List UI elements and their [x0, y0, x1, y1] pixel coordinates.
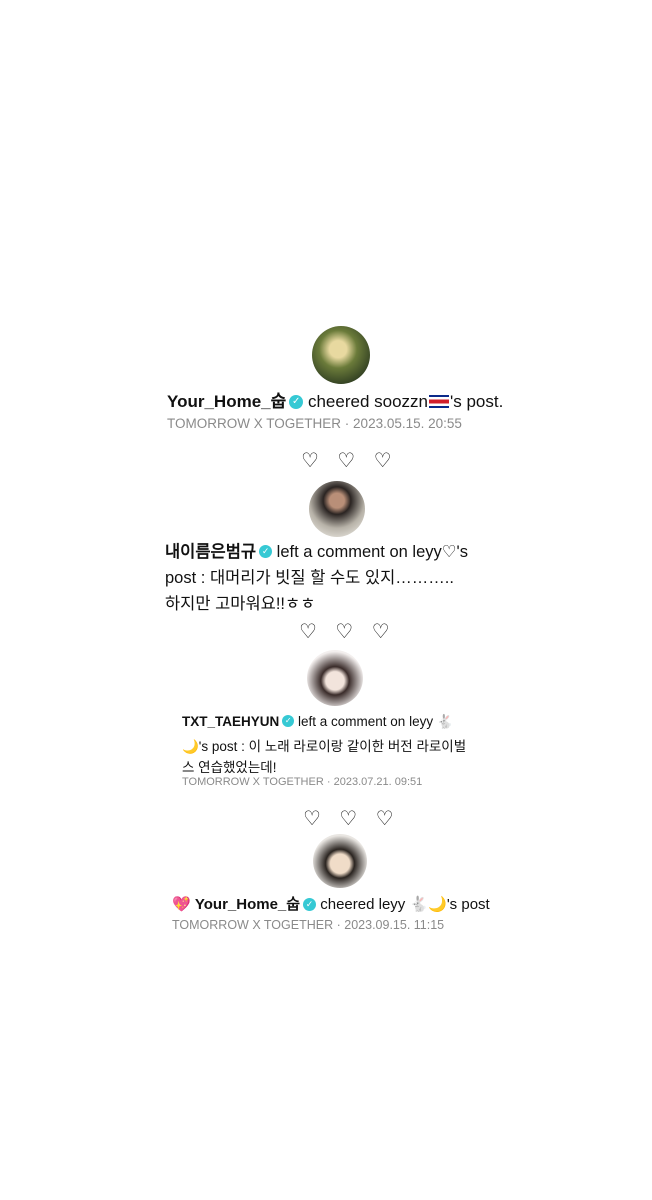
notification-2-line3: 하지만 고마워요!!ㅎㅎ	[165, 595, 316, 613]
timestamp: 2023.07.21. 09:51	[333, 776, 423, 788]
notification-3-line1[interactable]: TXT_TAEHYUN ✓ left a comment on leyy 🐇	[182, 714, 454, 730]
group-name: TOMORROW X TOGETHER	[167, 416, 342, 431]
separator: ·	[344, 416, 350, 431]
verified-badge-icon: ✓	[289, 394, 304, 409]
verified-badge-icon: ✓	[259, 545, 273, 559]
hearts-divider-1: ♡ ♡ ♡	[301, 448, 398, 472]
notification-4-meta: TOMORROW X TOGETHER · 2023.09.15. 11:15	[172, 918, 444, 932]
notification-1-meta: TOMORROW X TOGETHER · 2023.05.15. 20:55	[167, 416, 462, 431]
separator: ·	[336, 918, 341, 932]
costa-rica-flag-icon	[429, 395, 449, 409]
username[interactable]: TXT_TAEHYUN	[182, 714, 279, 729]
username[interactable]: Your_Home_숩	[167, 392, 286, 411]
avatar-beomgyu[interactable]	[309, 481, 365, 537]
action-text: left a comment on leyy 🐇	[294, 714, 454, 729]
notification-2-line1[interactable]: 내이름은범규 ✓ left a comment on leyy♡'s	[165, 538, 468, 562]
group-name: TOMORROW X TOGETHER	[172, 918, 334, 932]
hearts-divider-3: ♡ ♡ ♡	[303, 806, 400, 830]
hearts-divider-2: ♡ ♡ ♡	[299, 619, 396, 643]
username[interactable]: 내이름은범규	[165, 543, 256, 561]
action-text: cheered soozzn	[303, 392, 428, 411]
verified-badge-icon: ✓	[282, 715, 295, 728]
notification-3-meta: TOMORROW X TOGETHER · 2023.07.21. 09:51	[182, 776, 422, 788]
avatar-taehyun[interactable]	[307, 650, 363, 706]
group-name: TOMORROW X TOGETHER	[182, 776, 324, 788]
separator: ·	[326, 776, 331, 788]
action-text: cheered leyy 🐇🌙's post	[316, 896, 490, 913]
action-text: left a comment on leyy♡'s	[272, 543, 468, 561]
notification-3-line2: 🌙's post : 이 노래 라로이랑 같이한 버전 라로이벌	[182, 739, 467, 754]
username[interactable]: Your_Home_숩	[195, 896, 300, 913]
notification-2-line2: post : 대머리가 빗질 할 수도 있지………..	[165, 569, 454, 587]
action-suffix: 's post.	[450, 392, 504, 411]
timestamp: 2023.09.15. 11:15	[344, 918, 445, 932]
notification-3-line3: 스 연습했었는데!	[182, 760, 277, 775]
verified-badge-icon: ✓	[303, 897, 317, 911]
timestamp: 2023.05.15. 20:55	[353, 416, 462, 431]
notification-4-text[interactable]: 💖 Your_Home_숩 ✓ cheered leyy 🐇🌙's post	[172, 893, 490, 914]
sparkling-heart-icon: 💖	[172, 895, 191, 913]
notification-1-text[interactable]: Your_Home_숩 ✓ cheered soozzn 's post.	[167, 387, 503, 412]
avatar-your-home-2[interactable]	[313, 834, 367, 888]
avatar-your-home-1[interactable]	[312, 326, 370, 384]
